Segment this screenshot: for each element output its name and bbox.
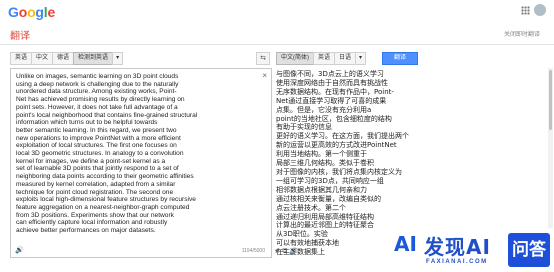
watermark-title: 发现AI [424, 235, 491, 259]
source-lang-button[interactable]: 英语 [10, 52, 33, 65]
top-bar: Google [0, 0, 554, 24]
swap-languages-button[interactable]: ⇆ [256, 52, 270, 65]
watermark-url: FAXIANAI.COM [426, 259, 488, 265]
watermark-logo-icon: AI [394, 232, 417, 256]
source-lang-button[interactable]: 检测到英语 [73, 52, 114, 65]
source-speaker-icon[interactable]: 🔊 [15, 246, 24, 254]
google-logo[interactable]: Google [8, 4, 55, 20]
logo-letter: g [35, 4, 44, 20]
logo-letter: o [18, 4, 28, 20]
instant-translation-off-link[interactable]: 关闭即时翻译 [504, 29, 540, 38]
header-divider [0, 44, 554, 45]
source-text[interactable]: Unlike on images, semantic learning on 3… [16, 73, 260, 235]
page-title: 翻译 [10, 31, 30, 42]
apps-grid-icon[interactable] [521, 6, 530, 15]
watermark-badge: 问答 [508, 233, 550, 267]
logo-letter: G [8, 4, 19, 20]
watermark: AI 发现AI FAXIANAI.COM 问答 [392, 228, 554, 272]
source-lang-dropdown-icon[interactable]: ▾ [112, 52, 124, 65]
subheader: 翻译 关闭即时翻译 [0, 27, 554, 42]
target-lang-button[interactable]: 英语 [313, 52, 336, 65]
target-lang-button[interactable]: 中文(简体) [276, 52, 314, 65]
target-lang-dropdown-icon[interactable]: ▾ [355, 52, 367, 65]
scrollbar-thumb[interactable] [549, 70, 552, 130]
character-count: 1194/5000 [241, 248, 265, 254]
translate-button[interactable]: 翻译 [382, 52, 418, 65]
source-lang-button[interactable]: 中文 [31, 52, 54, 65]
clear-text-icon[interactable]: × [262, 71, 267, 80]
source-language-bar: 英语 中文 德语 检测到英语 ▾ [10, 52, 124, 65]
avatar[interactable] [534, 4, 546, 16]
translation-tools-icons[interactable]: ★ ⧉ 🔊 [274, 247, 298, 256]
source-lang-button[interactable]: 德语 [52, 52, 75, 65]
target-lang-button[interactable]: 日语 [334, 52, 357, 65]
logo-letter: e [47, 4, 56, 20]
source-text-area[interactable]: Unlike on images, semantic learning on 3… [10, 68, 272, 258]
target-language-bar: 中文(简体) 英语 日语 ▾ [276, 52, 367, 65]
